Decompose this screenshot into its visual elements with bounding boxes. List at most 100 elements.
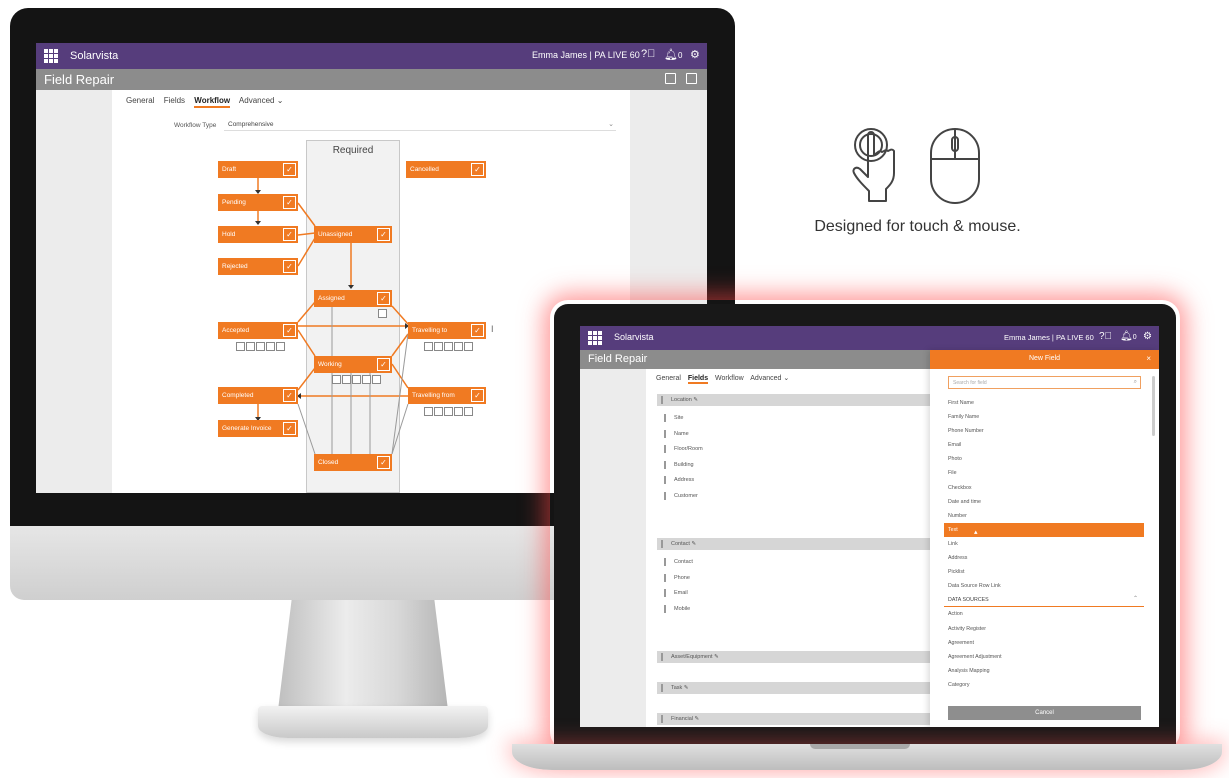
node-travelling-from[interactable]: Travelling from ✓ [408, 387, 486, 404]
action-icon[interactable] [332, 375, 341, 384]
field-item[interactable]: Mobile [664, 605, 690, 613]
action-icon[interactable] [424, 342, 433, 351]
check-icon[interactable]: ✓ [377, 228, 390, 241]
field-type-data-source-row-link[interactable]: Data Source Row Link [944, 579, 1144, 593]
node-accepted[interactable]: Accepted ✓ [218, 322, 298, 339]
data-sources-category[interactable]: DATA SOURCES ⌃ [944, 593, 1144, 608]
data-source-item[interactable]: Analysis Mapping [944, 664, 1144, 678]
cancel-button[interactable]: Cancel [948, 706, 1141, 720]
data-source-item[interactable]: Agreement Adjustment [944, 650, 1144, 664]
action-icon[interactable] [256, 342, 265, 351]
node-unassigned[interactable]: Unassigned ✓ [314, 226, 392, 243]
action-icon[interactable] [236, 342, 245, 351]
app-grid-icon[interactable] [588, 331, 602, 345]
field-type-link[interactable]: Link [944, 537, 1144, 551]
check-icon[interactable]: ✓ [283, 260, 296, 273]
data-source-item[interactable]: Activity Register [944, 622, 1144, 636]
action-icon[interactable] [444, 342, 453, 351]
more-icon[interactable] [276, 342, 285, 351]
section-contact[interactable]: Contact ✎ [657, 538, 930, 550]
data-source-item[interactable]: Action [944, 607, 1144, 621]
check-icon[interactable]: ✓ [471, 324, 484, 337]
field-item[interactable]: Site [664, 414, 683, 422]
section-financial[interactable]: Financial ✎ [657, 713, 930, 725]
action-icon[interactable] [454, 342, 463, 351]
action-icon[interactable] [378, 309, 387, 318]
tab-general[interactable]: General [656, 375, 681, 382]
field-item[interactable]: Name [664, 430, 689, 438]
bell-icon[interactable]: 🔔︎0 [664, 48, 682, 61]
action-icon[interactable] [266, 342, 275, 351]
node-hold[interactable]: Hold ✓ [218, 226, 298, 243]
field-item[interactable]: Customer [664, 492, 698, 500]
node-assigned[interactable]: Assigned ✓ [314, 290, 392, 307]
action-icon[interactable] [246, 342, 255, 351]
field-type-file[interactable]: File [944, 466, 1144, 480]
check-icon[interactable]: ✓ [377, 456, 390, 469]
action-icon[interactable] [362, 375, 371, 384]
user-info[interactable]: Emma James | PA LIVE 60 [1004, 333, 1094, 342]
section-location[interactable]: Location ✎ [657, 394, 930, 406]
action-icon[interactable] [352, 375, 361, 384]
check-icon[interactable]: ✓ [283, 228, 296, 241]
check-icon[interactable]: ✓ [283, 163, 296, 176]
field-search-input[interactable]: Search for field ⌕ [948, 376, 1141, 389]
field-type-checkbox[interactable]: Checkbox [944, 481, 1144, 495]
copy-icon[interactable] [665, 73, 676, 84]
check-icon[interactable]: ✓ [283, 389, 296, 402]
bell-icon[interactable]: 🔔︎0 [1120, 331, 1137, 342]
node-travelling-to[interactable]: Travelling to ✓ [408, 322, 486, 339]
field-item[interactable]: Email [664, 589, 688, 597]
field-type-first-name[interactable]: First Name [944, 396, 1144, 410]
data-source-item[interactable]: Category [944, 678, 1144, 692]
check-icon[interactable]: ✓ [471, 389, 484, 402]
node-completed[interactable]: Completed ✓ [218, 387, 298, 404]
more-icon[interactable] [464, 407, 473, 416]
check-icon[interactable]: ✓ [377, 358, 390, 371]
help-icon[interactable]: ?⃝ [1099, 331, 1112, 342]
section-task[interactable]: Task ✎ [657, 682, 930, 694]
node-generate-invoice[interactable]: Generate Invoice ✓ [218, 420, 298, 437]
field-type-address[interactable]: Address [944, 551, 1144, 565]
field-item[interactable]: Address [664, 476, 694, 484]
field-type-text-selected[interactable]: Text ▴ [944, 522, 1144, 537]
tab-advanced[interactable]: Advanced ⌄ [750, 375, 789, 382]
gear-icon[interactable]: ⚙ [1143, 331, 1152, 342]
tab-fields[interactable]: Fields [687, 375, 709, 384]
node-cancelled[interactable]: Cancelled ✓ [406, 161, 486, 178]
app-grid-icon[interactable] [44, 49, 58, 63]
field-item[interactable]: Contact [664, 558, 693, 566]
field-item[interactable]: Phone [664, 574, 690, 582]
action-icon[interactable] [424, 407, 433, 416]
tab-workflow[interactable]: Workflow [715, 375, 744, 382]
action-icon[interactable] [342, 375, 351, 384]
node-closed[interactable]: Closed ✓ [314, 454, 392, 471]
node-draft[interactable]: Draft ✓ [218, 161, 298, 178]
gear-icon[interactable]: ⚙ [690, 48, 700, 61]
node-working[interactable]: Working ✓ [314, 356, 392, 373]
field-item[interactable]: Building [664, 461, 694, 469]
action-icon[interactable] [444, 407, 453, 416]
scrollbar[interactable] [1152, 376, 1155, 436]
help-icon[interactable]: ?⃝ [641, 48, 655, 60]
action-icon[interactable] [454, 407, 463, 416]
data-source-item[interactable]: Agreement [944, 636, 1144, 650]
field-type-photo[interactable]: Photo [944, 452, 1144, 466]
field-type-phone-number[interactable]: Phone Number [944, 424, 1144, 438]
field-type-number[interactable]: Number [944, 509, 1144, 523]
user-info[interactable]: Emma James | PA LIVE 60 [532, 50, 640, 60]
node-pending[interactable]: Pending ✓ [218, 194, 298, 211]
action-icon[interactable] [434, 342, 443, 351]
check-icon[interactable]: ✓ [377, 292, 390, 305]
section-asset-equipment[interactable]: Asset/Equipment ✎ [657, 651, 930, 663]
close-icon[interactable]: × [1146, 354, 1151, 363]
more-icon[interactable] [464, 342, 473, 351]
node-rejected[interactable]: Rejected ✓ [218, 258, 298, 275]
check-icon[interactable]: ✓ [283, 422, 296, 435]
field-type-email[interactable]: Email [944, 438, 1144, 452]
field-item[interactable]: Floor/Room [664, 445, 703, 453]
field-type-family-name[interactable]: Family Name [944, 410, 1144, 424]
check-icon[interactable]: ✓ [283, 324, 296, 337]
field-type-date-time[interactable]: Date and time [944, 495, 1144, 509]
more-icon[interactable] [372, 375, 381, 384]
